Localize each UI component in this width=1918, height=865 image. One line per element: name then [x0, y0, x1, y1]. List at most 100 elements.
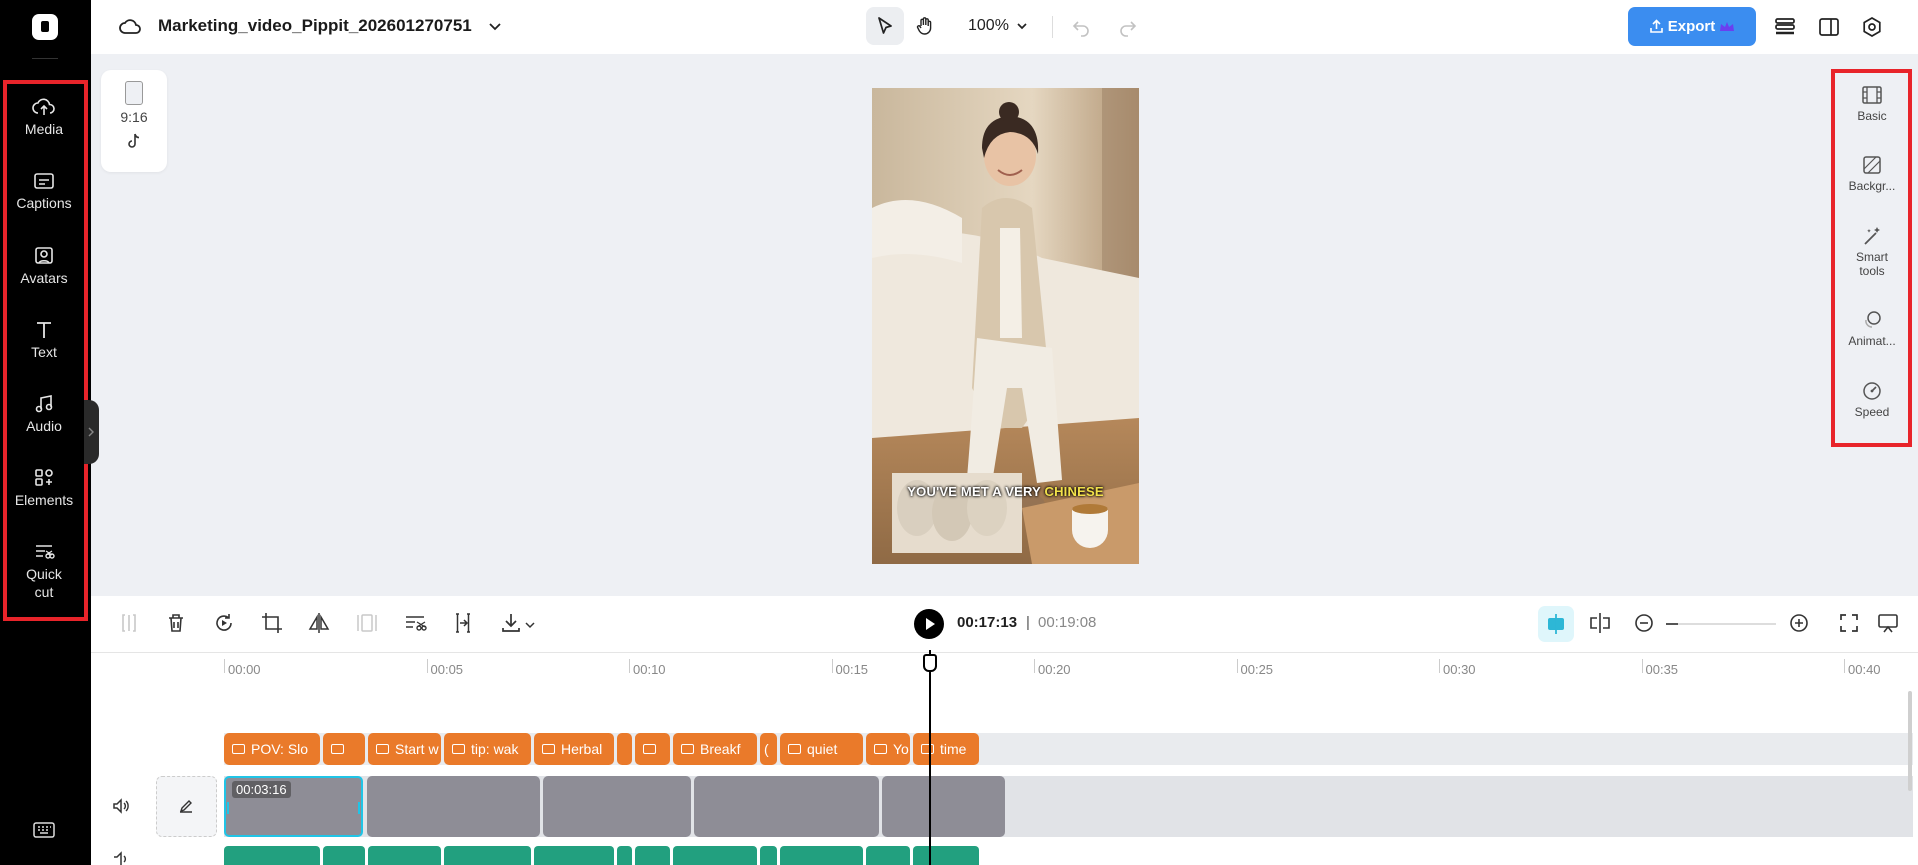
caption-chip[interactable]: Start w — [368, 733, 441, 765]
cover-edit-button[interactable] — [156, 776, 217, 837]
rail-item-captions[interactable]: Captions — [8, 170, 80, 212]
caption-chip[interactable] — [323, 733, 365, 765]
audio-clip[interactable] — [534, 846, 614, 865]
delete-icon[interactable] — [164, 611, 188, 635]
panel-layout-icon — [1819, 18, 1839, 36]
caption-chip[interactable]: Yo — [866, 733, 910, 765]
caption-chip[interactable]: tip: wak — [444, 733, 531, 765]
replace-icon[interactable] — [212, 611, 236, 635]
keyboard-shortcuts-button[interactable] — [33, 822, 55, 838]
caption-chip-text: Yo — [893, 741, 909, 757]
video-clip[interactable] — [882, 776, 1005, 837]
left-rail: Media Captions Avatars Text Audio Elemen… — [0, 0, 91, 865]
caption-chip[interactable]: quiet — [780, 733, 863, 765]
flip-icon[interactable] — [307, 611, 331, 635]
play-icon — [926, 618, 935, 630]
video-clip[interactable] — [543, 776, 691, 837]
speaker-icon[interactable] — [111, 851, 131, 865]
audio-clip[interactable] — [635, 846, 670, 865]
timeline-panel: 00:17:13 | 00:19:08 00:00 00:05 00:10 00:15… — [91, 596, 1918, 865]
caption-chip[interactable]: POV: Slo — [224, 733, 320, 765]
export-button[interactable]: Export — [1628, 7, 1756, 46]
caption-chip[interactable]: time — [913, 733, 979, 765]
audio-clip[interactable] — [780, 846, 863, 865]
hand-tool-button[interactable] — [906, 7, 944, 45]
rail-item-audio[interactable]: Audio — [8, 393, 80, 435]
time-separator: | — [1026, 614, 1030, 631]
rail-item-media[interactable]: Media — [8, 96, 80, 138]
rail-item-elements[interactable]: Elements — [8, 467, 80, 509]
caption-chip[interactable]: Breakf — [673, 733, 757, 765]
redo-button[interactable] — [1118, 17, 1138, 37]
audio-clip[interactable] — [444, 846, 531, 865]
aspect-ratio-card[interactable]: 9:16 — [101, 70, 167, 172]
rail-collapse-tab[interactable] — [84, 400, 99, 464]
panel-item-animation[interactable]: Animat... — [1832, 310, 1912, 348]
film-icon — [1862, 86, 1882, 104]
layers-button[interactable] — [1774, 16, 1796, 38]
audio-clip[interactable] — [760, 846, 777, 865]
audio-clip[interactable] — [323, 846, 365, 865]
rail-item-text[interactable]: Text — [8, 319, 80, 361]
speaker-icon[interactable] — [111, 796, 131, 816]
zoom-slider[interactable] — [1666, 623, 1776, 625]
project-menu-dropdown[interactable] — [488, 19, 502, 33]
crop-icon[interactable] — [260, 611, 284, 635]
speed-icon — [1863, 382, 1881, 400]
trim-handle-right[interactable] — [358, 802, 360, 814]
undo-button[interactable] — [1071, 17, 1091, 37]
ruler-label: 00:15 — [835, 662, 869, 677]
fullscreen-icon[interactable] — [1837, 611, 1861, 635]
panel-item-smart-tools[interactable]: Smart tools — [1832, 226, 1912, 278]
ruler-label: 00:40 — [1848, 662, 1881, 677]
caption-chip[interactable]: Herbal — [534, 733, 614, 765]
redo-icon — [1120, 21, 1137, 37]
zoom-in-icon[interactable] — [1787, 611, 1811, 635]
panel-item-background[interactable]: Backgr... — [1832, 155, 1912, 193]
zoom-dropdown[interactable] — [1016, 20, 1028, 32]
keyboard-icon — [33, 822, 55, 838]
vertical-scrollbar[interactable] — [1908, 691, 1912, 791]
split-view-icon[interactable] — [1588, 611, 1612, 635]
video-clip-selected[interactable]: 00:03:16 — [224, 776, 363, 837]
select-tool-button[interactable] — [866, 7, 904, 45]
audio-clip[interactable] — [866, 846, 910, 865]
panel-item-basic[interactable]: Basic — [1832, 85, 1912, 123]
play-button[interactable] — [914, 609, 944, 639]
audio-clip[interactable] — [673, 846, 757, 865]
cloud-save-status[interactable] — [118, 16, 142, 38]
freeze-frame-icon[interactable] — [355, 611, 379, 635]
rail-item-avatars[interactable]: Avatars — [8, 245, 80, 287]
app-logo[interactable] — [32, 14, 58, 40]
preview-monitor-icon[interactable] — [1876, 611, 1900, 635]
project-title[interactable]: Marketing_video_Pippit_202601270751 — [158, 16, 472, 36]
chevron-down-icon[interactable] — [524, 620, 536, 630]
playhead-handle[interactable] — [923, 654, 937, 672]
caption-chip[interactable] — [617, 733, 632, 765]
audio-clip[interactable] — [368, 846, 441, 865]
audio-clip[interactable] — [224, 846, 320, 865]
trim-handle-left[interactable] — [227, 802, 229, 814]
zoom-level[interactable]: 100% — [968, 17, 1009, 35]
video-preview[interactable]: YOU'VE MET A VERY CHINESE — [872, 88, 1139, 564]
video-clip[interactable] — [367, 776, 540, 837]
panel-toggle-button[interactable] — [1818, 16, 1840, 38]
settings-button[interactable] — [1861, 16, 1883, 38]
audio-clip[interactable] — [913, 846, 979, 865]
trim-icon[interactable] — [451, 611, 475, 635]
split-icon[interactable] — [117, 611, 141, 635]
caption-chip[interactable]: ( — [760, 733, 777, 765]
caption-chip[interactable] — [635, 733, 670, 765]
zoom-out-icon[interactable] — [1632, 611, 1656, 635]
rail-item-quick-cut[interactable]: Quick cut — [8, 541, 80, 601]
download-icon[interactable] — [499, 611, 523, 635]
panel-item-speed[interactable]: Speed — [1832, 381, 1912, 419]
video-clip[interactable] — [694, 776, 879, 837]
caption-chip-icon — [874, 744, 887, 754]
snap-toggle[interactable] — [1538, 606, 1574, 642]
audio-clip[interactable] — [617, 846, 632, 865]
quick-cut-tool-icon[interactable] — [403, 611, 427, 635]
playhead-line[interactable] — [929, 650, 931, 865]
cloud-upload-icon — [32, 98, 55, 115]
rail-item-label: Captions — [16, 195, 72, 211]
